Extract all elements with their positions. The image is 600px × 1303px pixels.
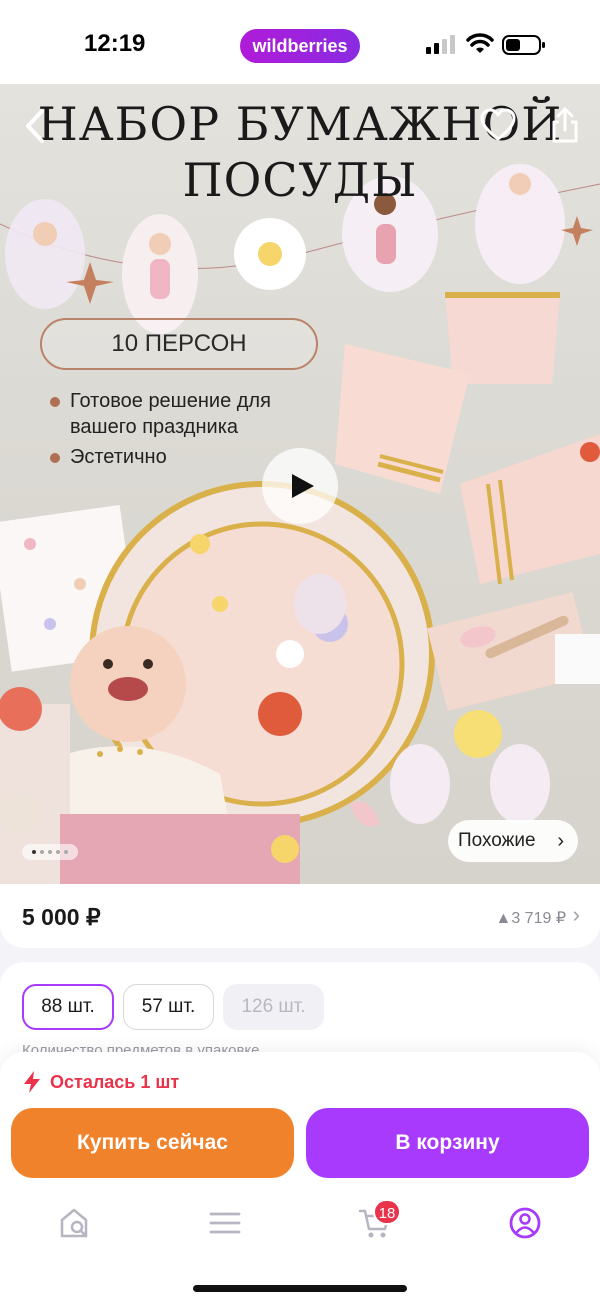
menu-icon[interactable] xyxy=(208,1206,242,1240)
profile-icon[interactable] xyxy=(508,1206,542,1240)
purchase-sheet: Осталась 1 шт Купить сейчас В корзину xyxy=(0,1052,600,1303)
home-indicator xyxy=(193,1285,407,1292)
share-icon[interactable] xyxy=(550,106,580,144)
chevron-right-icon[interactable]: › xyxy=(573,902,580,928)
stock-alert-text: Осталась 1 шт xyxy=(50,1072,180,1092)
lightning-icon xyxy=(24,1071,40,1093)
chevron-right-icon: › xyxy=(557,830,564,852)
home-search-icon[interactable] xyxy=(58,1206,92,1240)
hero-title-line2: ПОСУДЫ xyxy=(182,153,418,207)
price-history-button[interactable]: ▲3 719 ₽ xyxy=(496,908,567,928)
similar-products-button[interactable]: Похожие › xyxy=(448,820,578,862)
battery-icon xyxy=(502,35,545,55)
status-time: 12:19 xyxy=(84,30,146,57)
quantity-option[interactable]: 57 шт. xyxy=(123,984,214,1030)
gallery-pagination xyxy=(22,844,78,860)
wifi-icon xyxy=(466,33,494,53)
back-chevron-icon[interactable] xyxy=(22,108,48,144)
price-card: 5 000 ₽ ▲3 719 ₽ › xyxy=(0,884,600,948)
buy-now-button[interactable]: Купить сейчас xyxy=(11,1108,294,1178)
quantity-option-selected[interactable]: 88 шт. xyxy=(22,984,114,1030)
quantity-option-disabled[interactable]: 126 шт. xyxy=(223,984,324,1030)
play-video-button[interactable] xyxy=(262,448,338,524)
similar-label: Похожие xyxy=(458,830,536,851)
status-bar: 12:19 wildberries xyxy=(0,0,600,84)
cart-count-badge: 18 xyxy=(373,1199,401,1225)
signal-icon xyxy=(426,35,455,54)
heart-icon[interactable] xyxy=(480,108,516,142)
play-icon xyxy=(292,474,314,498)
brand-badge: wildberries xyxy=(240,29,360,63)
product-price: 5 000 ₽ xyxy=(22,904,101,930)
stock-alert: Осталась 1 шт xyxy=(24,1070,179,1094)
feature-bullet: Готовое решение для вашего праздника xyxy=(50,388,310,440)
persons-label: 10 ПЕРСОН xyxy=(40,318,318,370)
add-to-cart-button[interactable]: В корзину xyxy=(306,1108,589,1178)
product-image-gallery[interactable]: НАБОР БУМАЖНОЙ ПОСУДЫ 10 ПЕРСОН Готовое … xyxy=(0,84,600,884)
